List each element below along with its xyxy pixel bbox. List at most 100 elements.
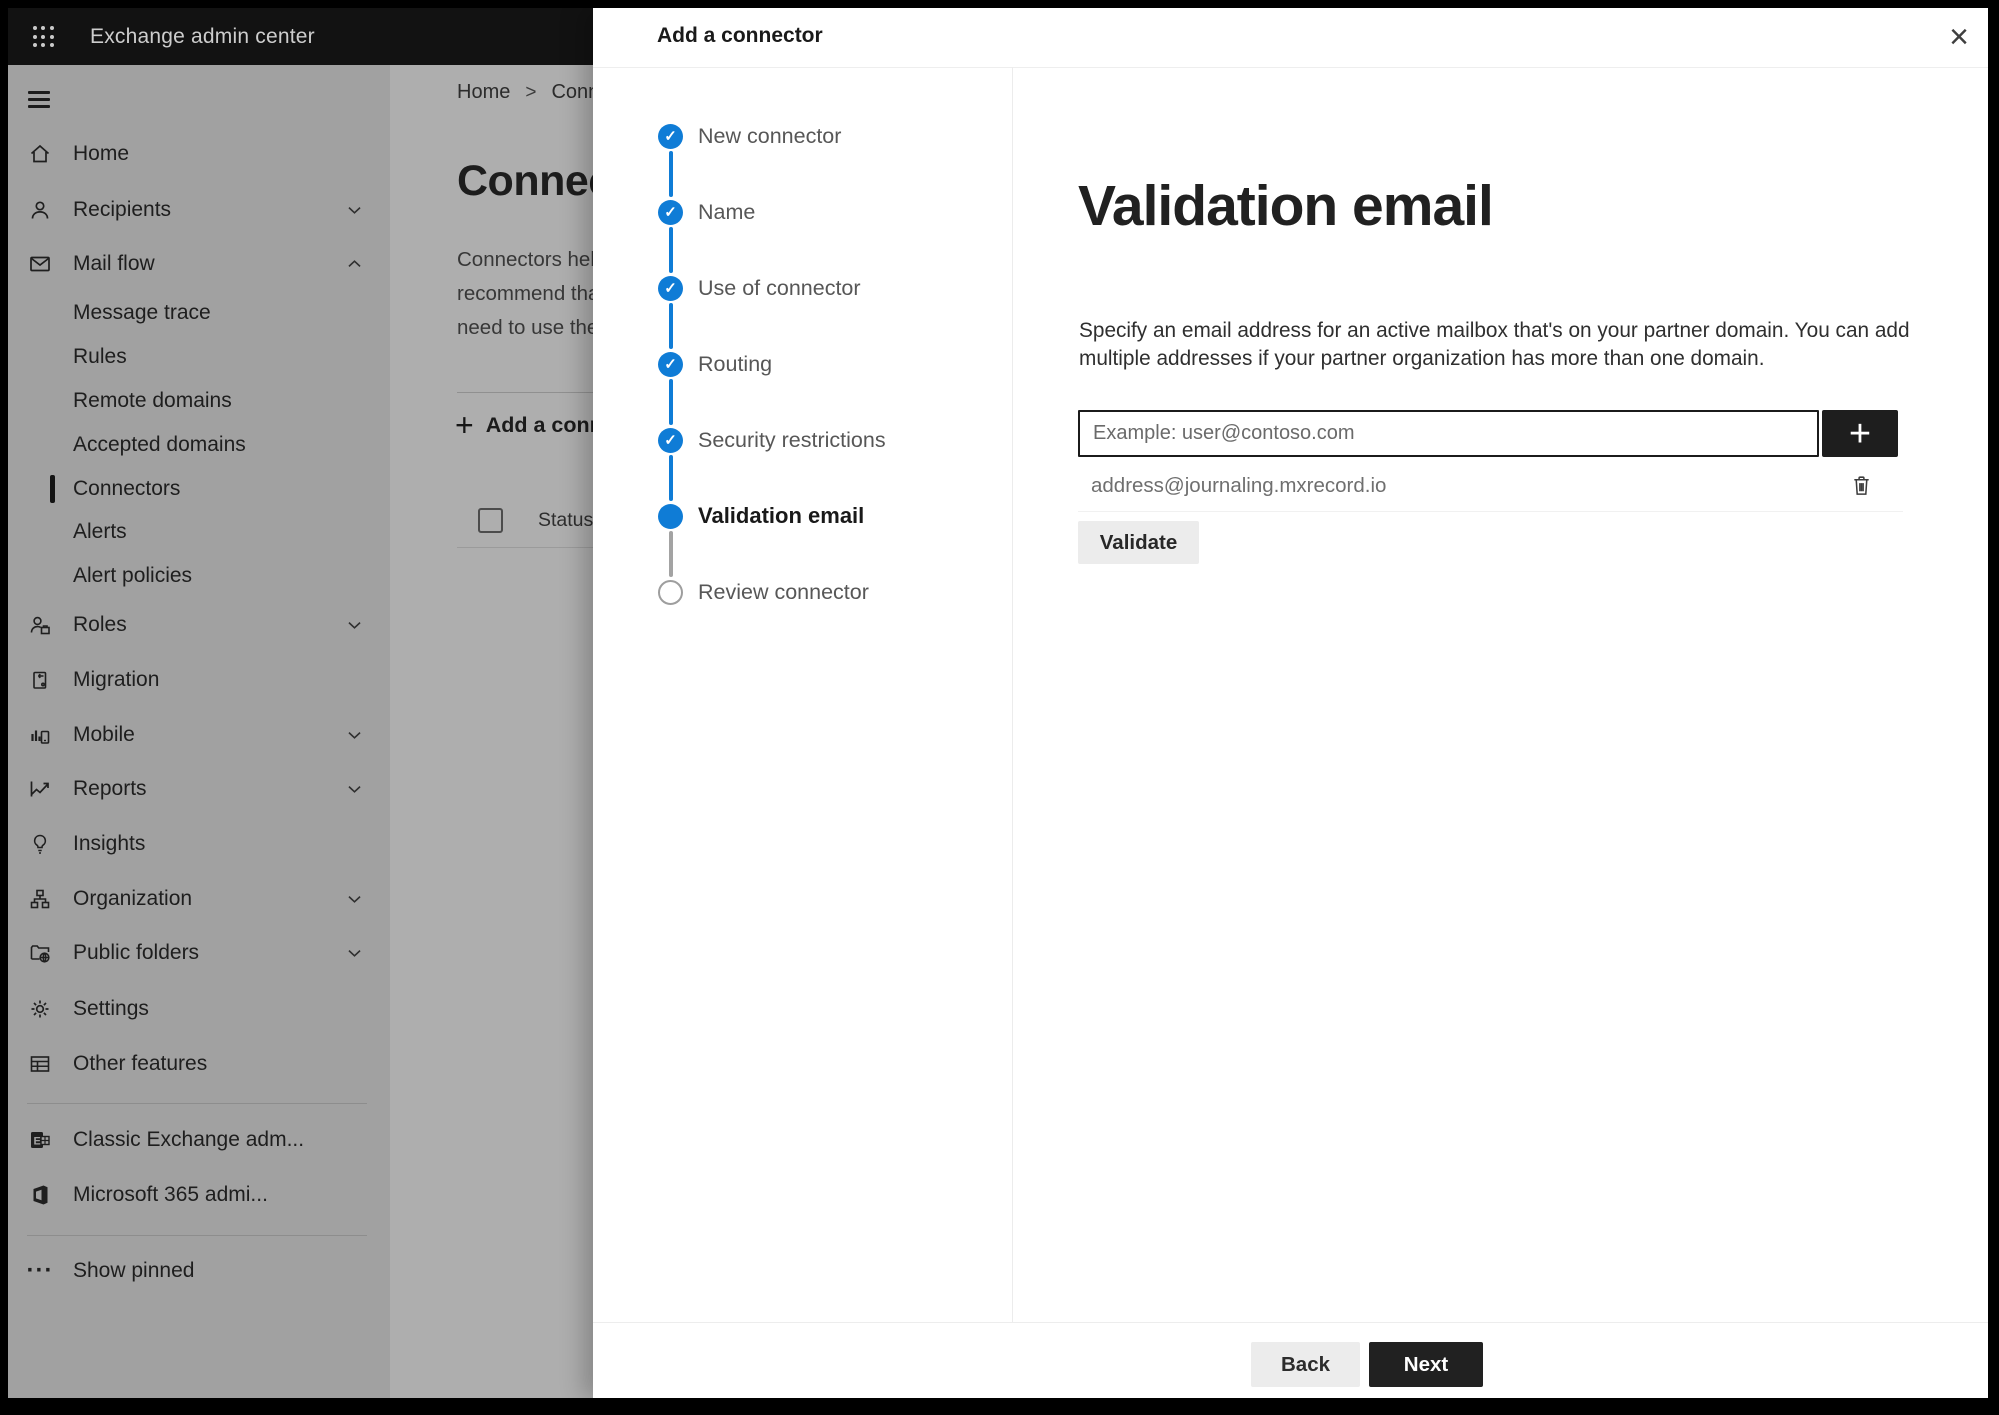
page-description-line: need to use ther [457,316,593,339]
sidebar-divider [27,1235,367,1236]
sidebar-item-alert-policies[interactable]: Alert policies [8,556,390,596]
chevron-down-icon [345,944,364,963]
step-use-of-connector[interactable]: ✓ Use of connector [658,274,861,302]
close-icon[interactable]: × [1937,15,1981,59]
step-circle: ✓ [658,275,683,301]
chevron-down-icon [345,890,364,909]
organization-icon [28,887,52,911]
divider [457,392,593,393]
sidebar-item-label: Alerts [73,520,127,543]
sidebar-item-mail-flow[interactable]: Mail flow [8,244,390,284]
step-heading: Validation email [1078,174,1494,238]
email-address-input[interactable] [1078,410,1819,457]
microsoft-365-icon [28,1183,52,1207]
plus-icon: + [455,407,474,443]
step-new-connector[interactable]: ✓ New connector [658,122,841,150]
home-icon [28,142,52,166]
step-label: New connector [698,123,842,148]
breadcrumb: Home > Conne [457,81,593,104]
sidebar-item-label: Microsoft 365 admi... [73,1183,268,1206]
next-button[interactable]: Next [1369,1342,1483,1387]
breadcrumb-current: Conne [551,81,593,103]
sidebar-item-label: Rules [73,345,127,368]
add-connector-panel: Add a connector × ✓ New connector ✓ Name ✓ Us… [593,8,1988,1398]
step-circle [658,503,683,529]
step-review-connector[interactable]: Review connector [658,578,869,606]
add-address-button[interactable]: + [1822,410,1898,457]
validate-button[interactable]: Validate [1078,521,1199,564]
sidebar-item-settings[interactable]: Settings [8,989,390,1029]
add-connector-button[interactable]: + Add a conn [455,407,593,443]
address-list: address@journaling.mxrecord.io [1078,463,1903,509]
settings-icon [28,997,52,1021]
step-name[interactable]: ✓ Name [658,198,755,226]
sidebar-item-home[interactable]: Home [8,134,390,174]
step-connector [668,227,673,273]
sidebar-item-accepted-domains[interactable]: Accepted domains [8,425,390,465]
check-icon: ✓ [664,279,677,297]
sidebar-item-label: Other features [73,1052,208,1075]
plus-icon: + [1848,412,1872,455]
sidebar-item-label: Insights [73,832,146,855]
sidebar-item-label: Reports [73,777,147,800]
wizard-stepper: ✓ New connector ✓ Name ✓ Use of connector ✓ Rou… [658,98,1008,718]
svg-text:E: E [34,1136,41,1148]
waffle-icon [32,26,54,47]
sidebar-item-other-features[interactable]: Other features [8,1044,390,1084]
ellipsis-icon: ··· [26,1257,54,1284]
step-connector [668,379,673,425]
roles-icon [28,613,52,637]
chevron-down-icon [345,616,364,635]
breadcrumb-home-link[interactable]: Home [457,81,510,104]
sidebar-item-label: Public folders [73,941,200,964]
sidebar-item-insights[interactable]: Insights [8,824,390,864]
sidebar-item-roles[interactable]: Roles [8,605,390,645]
sidebar-item-label: Organization [73,887,193,910]
sidebar-item-message-trace[interactable]: Message trace [8,293,390,333]
chevron-up-icon [345,255,364,274]
sidebar-item-mobile[interactable]: Mobile [8,715,390,755]
person-icon [28,198,52,222]
sidebar-item-label: Mail flow [73,252,155,275]
step-routing[interactable]: ✓ Routing [658,350,772,378]
sidebar-item-connectors[interactable]: Connectors [8,469,390,509]
sidebar-item-rules[interactable]: Rules [8,337,390,377]
sidebar-item-alerts[interactable]: Alerts [8,512,390,552]
sidebar-item-microsoft-365-admi[interactable]: Microsoft 365 admi... [8,1175,390,1215]
sidebar-item-show-pinned[interactable]: ··· Show pinned [8,1251,390,1291]
sidebar-item-migration[interactable]: Migration [8,660,390,700]
step-validation-email[interactable]: Validation email [658,502,864,530]
sidebar-item-classic-exchange-adm[interactable]: E Classic Exchange adm... [8,1120,390,1160]
select-all-checkbox[interactable] [478,508,503,533]
step-circle [658,579,683,605]
sidebar-item-public-folders[interactable]: Public folders [8,933,390,973]
mobile-icon [28,723,52,747]
back-button[interactable]: Back [1251,1342,1360,1387]
other-features-icon [28,1052,52,1076]
step-label: Validation email [698,503,865,528]
migration-icon [28,668,52,692]
step-circle: ✓ [658,351,683,377]
step-circle: ✓ [658,427,683,453]
sidebar-item-organization[interactable]: Organization [8,879,390,919]
delete-address-button[interactable] [1847,472,1875,500]
nav-collapse-button[interactable] [28,91,52,109]
sidebar-item-remote-domains[interactable]: Remote domains [8,381,390,421]
sidebar-item-reports[interactable]: Reports [8,769,390,809]
panel-header: Add a connector × [593,8,1988,68]
sidebar-item-label: Connectors [73,477,181,500]
add-connector-label: Add a conn [485,412,593,437]
app-launcher-button[interactable] [28,22,58,52]
background-page: Home > Conne Connec Connectors help reco… [390,65,593,1398]
stepper-content-divider [1012,67,1013,1322]
screen: Exchange admin center Home Recipients Mail… [8,8,1988,1398]
step-security-restrictions[interactable]: ✓ Security restrictions [658,426,886,454]
selected-indicator [50,475,55,503]
step-description-line: Specify an email address for an active m… [1079,319,1910,342]
sidebar-item-recipients[interactable]: Recipients [8,190,390,230]
sidebar-divider [27,1103,367,1104]
chevron-down-icon [345,201,364,220]
sidebar-item-label: Recipients [73,198,172,221]
step-description-line: multiple addresses if your partner organ… [1079,346,1765,370]
step-label: Name [698,199,756,224]
